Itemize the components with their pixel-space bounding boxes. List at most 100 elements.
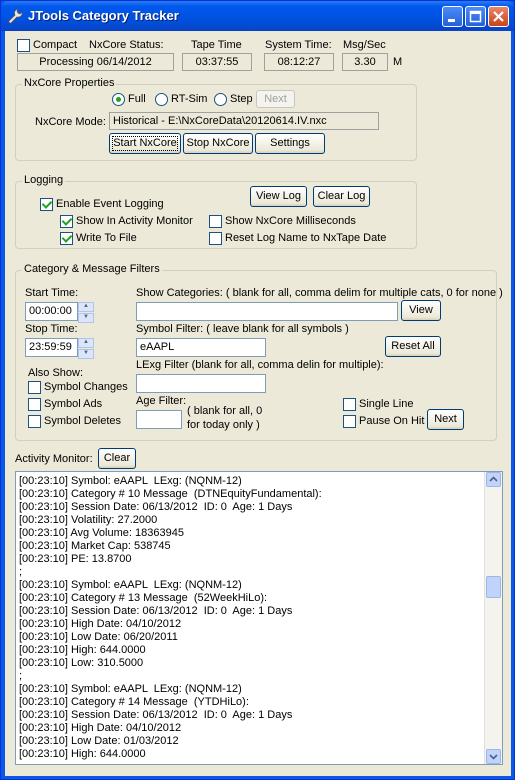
show-monitor-label: Show In Activity Monitor [76,215,193,227]
start-time-input[interactable]: 00:00:00 [25,302,78,321]
show-monitor-checkbox[interactable] [60,215,73,228]
log-line: [00:23:10] High: 644.0000 [19,644,146,656]
view-log-button[interactable]: View Log [250,186,307,207]
filters-title: Category & Message Filters [22,263,162,275]
close-icon [493,11,504,22]
msg-sec-value: 3.30 [342,53,388,71]
age-hint-1: ( blank for all, 0 [187,405,263,417]
mode-full-label: Full [128,93,146,105]
clear-monitor-button[interactable]: Clear [98,448,136,469]
reset-log-name-label: Reset Log Name to NxTape Date [225,232,387,244]
log-line: [00:23:10] Volatility: 27.2000 [19,514,158,526]
nxcore-mode-value: Historical - E:\NxCoreData\20120614.IV.n… [109,112,379,130]
log-line: [00:23:10] Low Date: 06/20/2011 [19,631,178,643]
settings-button[interactable]: Settings [255,133,325,154]
show-ms-checkbox[interactable] [209,215,222,228]
next-hit-button[interactable]: Next [427,409,464,430]
enable-logging-label: Enable Event Logging [56,198,164,210]
symbol-changes-checkbox[interactable] [28,381,41,394]
stop-time-input[interactable]: 23:59:59 [25,338,78,357]
write-file-checkbox[interactable] [60,232,73,245]
age-hint-2: for today only ) [187,419,260,431]
mode-rtsim-label: RT-Sim [171,93,208,105]
log-line: ; [19,670,23,682]
stop-time-spinner[interactable]: ▲ ▼ [78,338,94,359]
log-line: [00:23:10] Session Date: 06/13/2012 ID: … [19,709,293,721]
scroll-thumb[interactable] [486,576,501,598]
msg-sec-unit: M [393,56,403,68]
reset-all-button[interactable]: Reset All [385,336,441,357]
lexg-filter-label: LExg Filter (blank for all, comma delin … [136,359,384,371]
log-line: [00:23:10] Low Date: 01/03/2012 [19,735,179,747]
activity-log: [00:23:10] Symbol: eAAPL LExg: (NQNM-12)… [19,475,322,761]
symbol-filter-label: Symbol Filter: ( leave blank for all sym… [136,323,349,335]
tape-time-value: 03:37:55 [182,53,252,71]
title-bar[interactable]: JTools Category Tracker [1,1,514,31]
log-line: [00:23:10] Symbol: eAAPL LExg: (NQNM-12) [19,683,242,695]
log-line: [00:23:10] Category # 10 Message (DTNEqu… [19,488,322,500]
log-line: [00:23:10] Symbol: eAAPL LExg: (NQNM-12) [19,475,242,487]
log-line: [00:23:10] Symbol: eAAPL LExg: (NQNM-12) [19,579,242,591]
stop-nxcore-button[interactable]: Stop NxCore [183,133,253,154]
symbol-ads-checkbox[interactable] [28,398,41,411]
age-input[interactable] [136,410,182,429]
write-file-label: Write To File [76,232,137,244]
logging-title: Logging [22,174,66,186]
minimize-icon [448,19,455,22]
compact-label: Compact [33,39,78,51]
show-ms-label: Show NxCore Milliseconds [225,215,356,227]
close-button[interactable] [488,6,509,27]
start-time-spinner[interactable]: ▲ ▼ [78,302,94,323]
system-time-value: 08:12:27 [264,53,334,71]
single-line-checkbox[interactable] [343,398,356,411]
start-nxcore-button[interactable]: Start NxCore [109,133,181,154]
chevron-up-icon [489,476,498,482]
app-window: JTools Category Tracker Compact NxCore S… [0,0,515,780]
activity-monitor-label: Activity Monitor: [15,453,93,465]
log-line: [00:23:10] Avg Volume: 18363945 [19,527,184,539]
activity-monitor-box[interactable]: [00:23:10] Symbol: eAAPL LExg: (NQNM-12)… [15,471,503,765]
log-line: [00:23:10] PE: 13.8700 [19,553,132,565]
symbol-ads-label: Symbol Ads [44,398,103,410]
categories-input[interactable] [136,302,398,321]
pause-on-hit-checkbox[interactable] [343,415,356,428]
clear-log-button[interactable]: Clear Log [313,186,370,207]
mode-step-radio[interactable] [214,93,227,106]
mode-rtsim-radio[interactable] [155,93,168,106]
wrench-icon [8,8,23,24]
minimize-button[interactable] [442,6,463,27]
nxcore-status-label: NxCore Status: [89,39,164,51]
vertical-scrollbar[interactable] [484,472,502,764]
system-time-label: System Time: [265,39,332,51]
next-step-button[interactable]: Next [256,90,295,108]
log-line: [00:23:10] High Date: 04/10/2012 [19,618,182,630]
log-line: [00:23:10] Category # 14 Message (YTDHiL… [19,696,249,708]
maximize-button[interactable] [465,6,486,27]
mode-step-label: Step [230,93,253,105]
show-categories-label: Show Categories: ( blank for all, comma … [136,287,503,299]
log-line: [00:23:10] Category # 13 Message (52Week… [19,592,268,604]
enable-logging-checkbox[interactable] [40,198,53,211]
view-categories-button[interactable]: View [401,300,441,321]
lexg-input[interactable] [136,374,266,393]
client-area: Compact NxCore Status: Processing 06/14/… [5,31,511,776]
age-filter-label: Age Filter: [136,395,187,407]
pause-on-hit-label: Pause On Hit [359,415,425,427]
mode-full-radio[interactable] [112,93,125,106]
also-show-label: Also Show: [28,367,84,379]
symbol-deletes-label: Symbol Deletes [44,415,122,427]
symbol-input[interactable]: eAAPL [136,338,266,357]
symbol-deletes-checkbox[interactable] [28,415,41,428]
nxcore-status-value: Processing 06/14/2012 [17,53,174,71]
compact-checkbox[interactable] [17,39,30,52]
log-line: [00:23:10] High: 644.0000 [19,748,146,760]
scroll-down-button[interactable] [486,749,501,764]
scroll-up-button[interactable] [486,472,501,487]
log-line: [00:23:10] Session Date: 06/13/2012 ID: … [19,501,293,513]
msg-sec-label: Msg/Sec [343,39,386,51]
tape-time-label: Tape Time [191,39,242,51]
chevron-down-icon [489,754,498,760]
start-time-label: Start Time: [25,287,79,299]
log-line: [00:23:10] Market Cap: 538745 [19,540,171,552]
reset-log-name-checkbox[interactable] [209,232,222,245]
